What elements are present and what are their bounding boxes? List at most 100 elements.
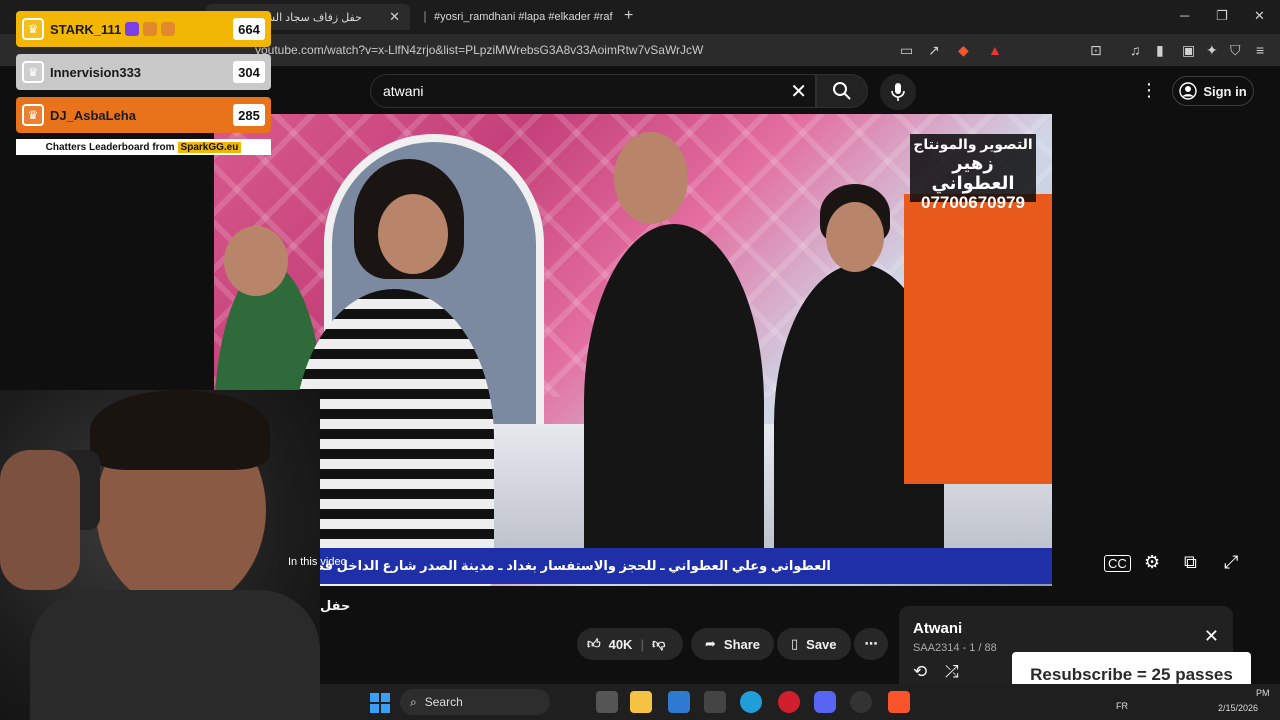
clock-time: PM [1256, 688, 1270, 698]
watermark-line2: زهير العطواني [931, 153, 1015, 193]
save-label: Save [806, 636, 837, 652]
sub-badge-icon [125, 22, 140, 36]
fullscreen-icon[interactable]: ⤢ [1224, 552, 1238, 573]
video-player[interactable]: التصوير والمونتاج زهير العطواني 07700670… [214, 114, 1052, 586]
video-person [294, 289, 494, 586]
video-person-head [614, 132, 688, 224]
clear-search-icon[interactable]: ✕ [790, 79, 807, 104]
playlist-title[interactable]: Atwani [913, 620, 962, 637]
sign-in-label: Sign in [1203, 83, 1247, 99]
tab-tiktok[interactable]: #yosri_ramdhani #lapa #elkader #raf [414, 4, 619, 30]
leaderboard-row: ♛ DJ_AsbaLeha 285 [16, 97, 271, 133]
search-input[interactable]: atwani ✕ [370, 74, 816, 108]
leaderboard-score: 285 [233, 104, 265, 126]
leaderboard-footer-text: Chatters Leaderboard from [45, 141, 175, 153]
brave-icon[interactable] [888, 691, 910, 713]
screenshot-icon[interactable]: ⊡ [1090, 42, 1102, 59]
thumbs-down-icon[interactable]: 👎︎ [652, 636, 665, 652]
sidebar-icon[interactable]: ▮ [1156, 42, 1164, 59]
opera-icon[interactable] [778, 691, 800, 713]
video-title: حفل [320, 598, 351, 613]
clock-date: 2/15/2026 [1218, 703, 1259, 713]
watermark-line1: التصوير والمونتاج [913, 136, 1033, 152]
microphone-icon [891, 83, 905, 101]
account-icon [1179, 82, 1198, 100]
share-label: Share [723, 636, 761, 652]
restore-icon[interactable]: ❐ [1216, 8, 1228, 24]
crown-icon: ♛ [22, 104, 44, 126]
video-watermark: التصوير والمونتاج زهير العطواني 07700670… [910, 134, 1036, 212]
captions-icon[interactable]: CC [1104, 555, 1131, 572]
voice-search-button[interactable] [880, 74, 916, 110]
url-field[interactable]: youtube.com/watch?v=x-LlfN4zrjo&list=PLp… [255, 43, 703, 57]
video-person-head [378, 194, 448, 274]
close-playlist-icon[interactable]: ✕ [1204, 626, 1219, 647]
shuffle-icon[interactable]: ⤮ [945, 662, 959, 682]
webcam-shirt [30, 590, 320, 720]
webcam-hand [0, 450, 80, 590]
in-this-video-label[interactable]: In this video [288, 556, 347, 568]
share-page-icon[interactable]: ↗ [928, 42, 940, 59]
save-button[interactable]: ▯ Save [777, 628, 851, 660]
file-explorer-icon[interactable] [630, 691, 652, 713]
crown-icon: ♛ [22, 61, 44, 83]
cast-icon[interactable]: ▭ [900, 42, 913, 59]
more-options-icon[interactable]: ⋮ [1140, 80, 1158, 101]
webcam-hair [90, 390, 270, 470]
leaderboard-name: DJ_AsbaLeha [50, 107, 136, 123]
share-icon: ➦ [705, 636, 716, 651]
obs-icon[interactable] [850, 691, 872, 713]
taskbar-search-label: Search [424, 695, 463, 709]
edge-icon[interactable] [740, 691, 762, 713]
new-tab-icon[interactable]: + [624, 7, 633, 25]
loop-icon[interactable]: ⟲ [913, 662, 927, 682]
leo-ai-icon[interactable]: ✦ [1206, 42, 1218, 59]
menu-icon[interactable]: ≡ [1256, 42, 1264, 58]
close-window-icon[interactable]: ✕ [1254, 8, 1265, 24]
bookmark-icon: ▯ [791, 636, 799, 651]
more-horizontal-icon: ⋯ [864, 636, 878, 651]
watermark-phone: 07700670979 [920, 193, 1025, 212]
video-person-head [224, 226, 288, 296]
streamer-webcam [0, 390, 320, 720]
gift-badge-icon [143, 22, 158, 36]
miniplayer-icon[interactable]: ⧉ [1184, 552, 1197, 573]
store-icon[interactable] [668, 691, 690, 713]
tab-label: #yosri_ramdhani #lapa #elkader #raf [434, 11, 613, 23]
thumbs-up-icon: 👍︎ [587, 636, 601, 651]
app-icon[interactable] [704, 691, 726, 713]
leaderboard-footer: Chatters Leaderboard from SparkGG.eu [16, 139, 271, 155]
windows-start-icon[interactable] [370, 693, 390, 713]
taskbar-search[interactable]: ⌕ Search [400, 689, 550, 715]
leaderboard-score: 664 [233, 18, 265, 40]
brave-shield-icon[interactable]: ◆ [958, 42, 969, 59]
share-button[interactable]: ➦ Share [691, 628, 775, 660]
search-icon [833, 82, 851, 100]
video-person [584, 224, 764, 584]
sign-in-button[interactable]: Sign in [1172, 76, 1254, 106]
close-tab-icon[interactable]: ✕ [381, 9, 400, 25]
windows-taskbar: ⌕ Search FR PM 2/15/2026 [320, 684, 1280, 720]
crown-icon: ♛ [22, 18, 44, 40]
brave-rewards-icon[interactable]: ▲ [988, 42, 1002, 58]
minimize-icon[interactable]: ─ [1180, 8, 1189, 23]
leaderboard-row: ♛ STARK_111 664 [16, 11, 271, 47]
input-language[interactable]: FR [1116, 701, 1128, 711]
video-banner [904, 194, 1052, 484]
task-view-icon[interactable] [596, 691, 618, 713]
settings-gear-icon[interactable]: ⚙ [1144, 552, 1160, 573]
gift-badge-icon [161, 22, 176, 36]
leaderboard-name: STARK_111 [50, 21, 122, 37]
video-person-head [826, 202, 884, 272]
vpn-icon[interactable]: ⛉ [1230, 42, 1241, 59]
more-actions-button[interactable]: ⋯ [854, 628, 888, 660]
tiktok-favicon-icon [424, 11, 426, 23]
search-button[interactable] [816, 74, 868, 108]
discord-icon[interactable] [814, 691, 836, 713]
search-icon: ⌕ [410, 694, 417, 709]
wallet-icon[interactable]: ▣ [1182, 42, 1195, 59]
like-button[interactable]: 👍︎ 40K | 👎︎ [577, 628, 683, 660]
media-icon[interactable]: ♫ [1130, 42, 1141, 58]
playlist-subtitle: SAA2314 - 1 / 88 [913, 642, 997, 654]
leaderboard-row: ♛ Innervision333 304 [16, 54, 271, 90]
